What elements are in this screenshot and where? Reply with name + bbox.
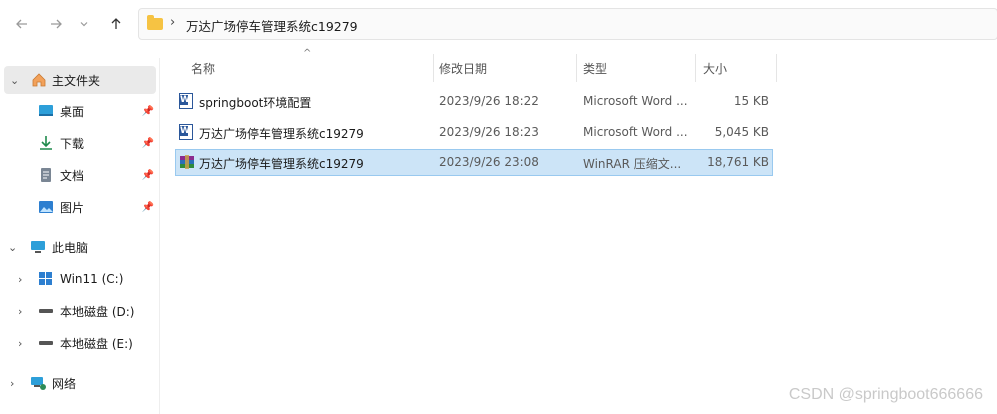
sidebar-item-network[interactable]: › 网络 [0, 369, 158, 397]
file-name[interactable]: springboot环境配置 [199, 94, 311, 111]
home-icon [32, 73, 46, 87]
file-type: Microsoft Word ... [583, 125, 688, 139]
sidebar-item-downloads[interactable]: 下载 📌 [0, 129, 158, 157]
file-size: 5,045 KB [714, 125, 769, 139]
word-document-icon [179, 93, 193, 109]
sidebar-item-documents[interactable]: 文档 📌 [0, 161, 158, 189]
sidebar-item-this-pc[interactable]: ⌄ 此电脑 [0, 233, 158, 261]
arrow-left-icon [16, 19, 27, 29]
arrow-up-icon [111, 18, 121, 29]
sidebar-item-label: 图片 [60, 200, 85, 215]
sidebar-item-label: 文档 [60, 168, 85, 183]
file-size: 15 KB [733, 94, 769, 108]
sidebar-item-drive-e[interactable]: › 本地磁盘 (E:) [0, 329, 158, 357]
document-icon [41, 168, 51, 182]
recent-locations-button[interactable] [76, 12, 92, 36]
file-type: Microsoft Word ... [583, 94, 688, 108]
chevron-right-icon: › [170, 15, 176, 30]
drive-icon [39, 309, 53, 313]
forward-button[interactable] [44, 12, 68, 36]
sidebar-item-label: 网络 [52, 376, 77, 391]
pin-icon[interactable]: 📌 [142, 106, 154, 117]
chevron-right-icon[interactable]: › [18, 337, 22, 350]
chevron-down-icon[interactable]: ⌄ [8, 241, 17, 254]
watermark: CSDN @springboot666666 [788, 386, 983, 403]
navigation-bar: › 万达广场停车管理系统c19279 [0, 0, 997, 50]
sidebar-item-label: 桌面 [60, 104, 85, 119]
pin-icon[interactable]: 📌 [142, 202, 154, 213]
address-bar[interactable]: › 万达广场停车管理系统c19279 [138, 8, 997, 40]
file-row[interactable]: 万达广场停车管理系统c19279 2023/9/26 18:23 Microso… [175, 119, 773, 145]
file-row-selected[interactable]: 万达广场停车管理系统c19279 2023/9/26 23:08 WinRAR … [175, 149, 773, 176]
sidebar-item-label: 主文件夹 [52, 73, 101, 88]
sidebar-item-desktop[interactable]: 桌面 📌 [0, 97, 158, 125]
chevron-right-icon[interactable]: › [18, 305, 22, 318]
picture-icon [39, 201, 53, 213]
chevron-right-icon[interactable]: › [18, 273, 22, 286]
column-header-type[interactable]: 类型 [577, 54, 695, 82]
sidebar-item-label: 本地磁盘 (E:) [60, 336, 133, 351]
file-name[interactable]: 万达广场停车管理系统c19279 [199, 125, 364, 142]
chevron-right-icon[interactable]: › [10, 377, 14, 390]
navigation-pane: ⌄ 主文件夹 桌面 📌 下载 📌 文档 📌 图片 📌 ⌄ 此电脑 › Win11… [0, 60, 158, 414]
desktop-icon [39, 105, 53, 116]
pin-icon[interactable]: 📌 [142, 138, 154, 149]
winrar-archive-icon [180, 155, 194, 169]
windows-drive-icon [39, 272, 52, 285]
sidebar-item-home[interactable]: ⌄ 主文件夹 [4, 66, 156, 94]
file-modified: 2023/9/26 18:23 [439, 125, 539, 139]
network-icon [31, 377, 46, 390]
chevron-down-icon [80, 22, 88, 27]
file-type: WinRAR 压缩文... [583, 157, 682, 171]
chevron-down-icon[interactable]: ⌄ [10, 74, 19, 87]
drive-icon [39, 341, 53, 345]
file-modified: 2023/9/26 18:22 [439, 94, 539, 108]
pane-divider[interactable] [159, 58, 160, 414]
sidebar-item-label: 下载 [60, 136, 85, 151]
file-size: 18,761 KB [707, 155, 769, 169]
sidebar-item-drive-c[interactable]: › Win11 (C:) [0, 265, 158, 293]
back-button[interactable] [10, 12, 34, 36]
sidebar-item-drive-d[interactable]: › 本地磁盘 (D:) [0, 297, 158, 325]
column-header-name[interactable]: 名称 [176, 54, 432, 82]
pin-icon[interactable]: 📌 [142, 170, 154, 181]
file-modified: 2023/9/26 23:08 [439, 155, 539, 169]
computer-icon [31, 241, 45, 253]
file-name[interactable]: 万达广场停车管理系统c19279 [199, 155, 364, 172]
column-header-modified[interactable]: 修改日期 [434, 54, 576, 82]
word-document-icon [179, 124, 193, 140]
column-header-size[interactable]: 大小 [696, 54, 776, 82]
download-icon [40, 136, 52, 150]
up-button[interactable] [104, 12, 128, 36]
sidebar-item-label: 本地磁盘 (D:) [60, 304, 135, 319]
file-row[interactable]: springboot环境配置 2023/9/26 18:22 Microsoft… [175, 88, 773, 114]
arrow-right-icon [51, 19, 62, 29]
sidebar-item-pictures[interactable]: 图片 📌 [0, 193, 158, 221]
sidebar-item-label: 此电脑 [52, 240, 89, 255]
address-path[interactable]: 万达广场停车管理系统c19279 [186, 16, 358, 35]
sidebar-item-label: Win11 (C:) [60, 272, 124, 286]
column-divider[interactable] [776, 54, 777, 82]
folder-icon [147, 15, 163, 30]
